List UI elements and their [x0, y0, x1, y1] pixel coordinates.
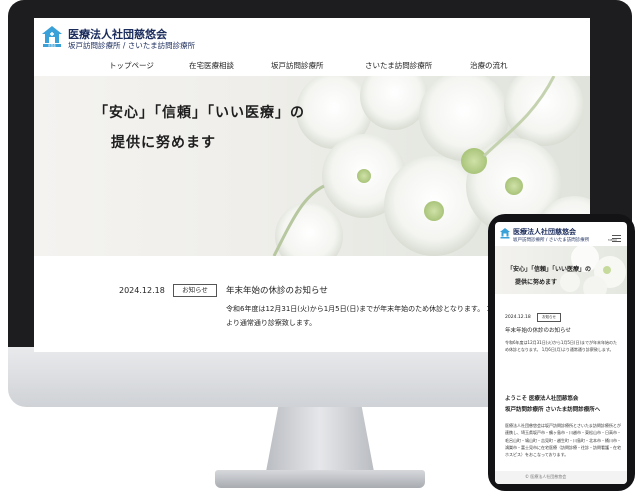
- house-logo-icon[interactable]: [499, 227, 511, 239]
- mobile-news-badge: お知らせ: [537, 313, 561, 322]
- logo-wordmark: 慈悠会: [48, 44, 56, 48]
- monitor-stand-base: [215, 470, 425, 488]
- mobile-footer-text: © 医療法人社団慈悠会: [525, 474, 567, 479]
- nav-item-sakado[interactable]: 坂戸訪問診療所: [271, 60, 324, 71]
- mobile-news-title-link[interactable]: 年末年始の休診のお知らせ: [505, 326, 571, 334]
- mobile-news-date: 2024.12.18: [505, 315, 531, 320]
- mobile-news-body: 令和6年度は12月31日(火)から1月5日(日)までが年末年始のため休診となりま…: [505, 340, 618, 352]
- mobile-hero-tagline-line1: 「安心」「信頼」「いい医療」の: [507, 266, 592, 273]
- news-date: 2024.12.18: [119, 286, 165, 295]
- hamburger-menu-icon[interactable]: [612, 228, 621, 242]
- site-subtitle: 坂戸訪問診療所 / さいたま訪問診療所: [68, 41, 196, 50]
- news-category-badge: お知らせ: [173, 284, 217, 297]
- mobile-site-title[interactable]: 医療法人社団慈悠会: [513, 227, 576, 237]
- nav-item-saitama[interactable]: さいたま訪問診療所: [365, 60, 432, 71]
- news-title-link[interactable]: 年末年始の休診のお知らせ: [226, 284, 328, 296]
- mobile-hero-tagline-line2: 提供に努めます: [515, 279, 558, 286]
- nav-item-treatment-flow[interactable]: 治療の流れ: [470, 60, 508, 71]
- nav-item-consultation[interactable]: 在宅医療相談: [189, 60, 234, 71]
- mobile-menu-label[interactable]: MENU: [608, 238, 617, 242]
- mobile-welcome-heading-line2: 坂戸訪問診療所 さいたま訪問診療所へ: [505, 407, 601, 413]
- news-body: 令和6年度は12月31日(火)から1月5日(日)までが年末年始のため休診となりま…: [226, 305, 522, 327]
- monitor-stand-neck: [265, 407, 375, 477]
- house-logo-icon[interactable]: 慈悠会: [40, 24, 64, 48]
- hero-tagline-line2: 提供に努めます: [111, 135, 216, 151]
- nav-item-top[interactable]: トップページ: [109, 60, 154, 71]
- main-nav: トップページ 在宅医療相談 坂戸訪問診療所 さいたま訪問診療所 治療の流れ: [34, 56, 590, 74]
- mobile-site-subtitle: 坂戸訪問診療所 / さいたま訪問診療所: [513, 238, 590, 243]
- mobile-welcome-heading-line1: ようこそ 医療法人社団慈悠会: [505, 396, 579, 402]
- mobile-about-text: 医療法人社団慈悠会は坂戸訪問診療所とさいたま訪問診療所とが連携し、埼玉県坂戸市・…: [505, 423, 621, 458]
- hero-tagline-line1: 「安心」「信頼」「いい医療」の: [94, 105, 305, 121]
- mobile-screen: 医療法人社団慈悠会 坂戸訪問診療所 / さいたま訪問診療所 MENU 「安心」「…: [495, 222, 627, 484]
